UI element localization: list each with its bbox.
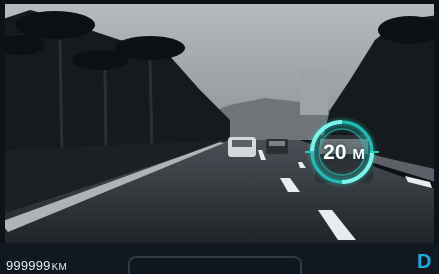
right-bezel xyxy=(434,0,439,243)
road-scene xyxy=(0,0,439,243)
target-distance-unit: M xyxy=(352,146,365,163)
adas-hud-screen: 20 M 999999KM D xyxy=(0,0,439,274)
odometer-unit: KM xyxy=(51,262,67,273)
distant-building xyxy=(300,70,328,115)
target-distance-readout: 20 M xyxy=(308,141,380,165)
gear-indicator: D xyxy=(417,251,432,273)
left-bezel xyxy=(0,0,5,243)
top-bezel xyxy=(0,0,439,4)
vehicle-white-left xyxy=(228,137,256,157)
odometer-value: 999999 xyxy=(6,258,51,273)
center-panel-frame xyxy=(128,256,302,274)
odometer: 999999KM xyxy=(6,258,67,273)
target-distance-value: 20 xyxy=(323,141,347,164)
palm-fronds-right xyxy=(378,16,439,44)
vehicle-dark-center xyxy=(266,139,288,154)
